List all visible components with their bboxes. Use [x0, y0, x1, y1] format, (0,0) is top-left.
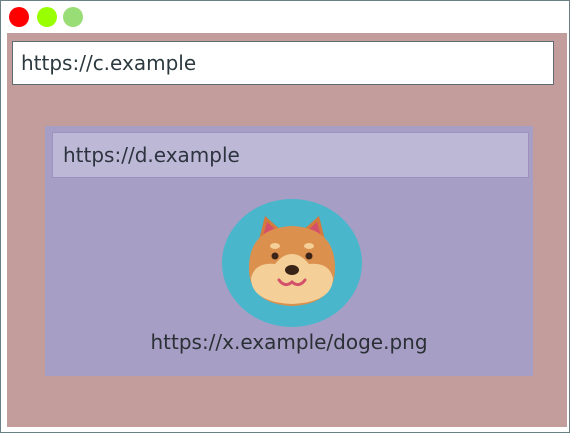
image-caption: https://x.example/doge.png [150, 330, 428, 354]
outer-frame: https://c.example https://d.example http… [7, 33, 567, 427]
doge-image [221, 198, 363, 328]
title-bar [1, 1, 569, 34]
inner-frame: https://d.example https://x.example/doge… [45, 126, 533, 376]
browser-window: https://c.example https://d.example http… [0, 0, 570, 433]
minimize-button[interactable] [37, 7, 57, 27]
maximize-button[interactable] [63, 7, 83, 27]
inner-url-bar[interactable]: https://d.example [52, 132, 529, 178]
outer-url-bar[interactable]: https://c.example [12, 41, 554, 85]
close-button[interactable] [9, 7, 29, 27]
shiba-dog-face-icon [222, 199, 362, 327]
